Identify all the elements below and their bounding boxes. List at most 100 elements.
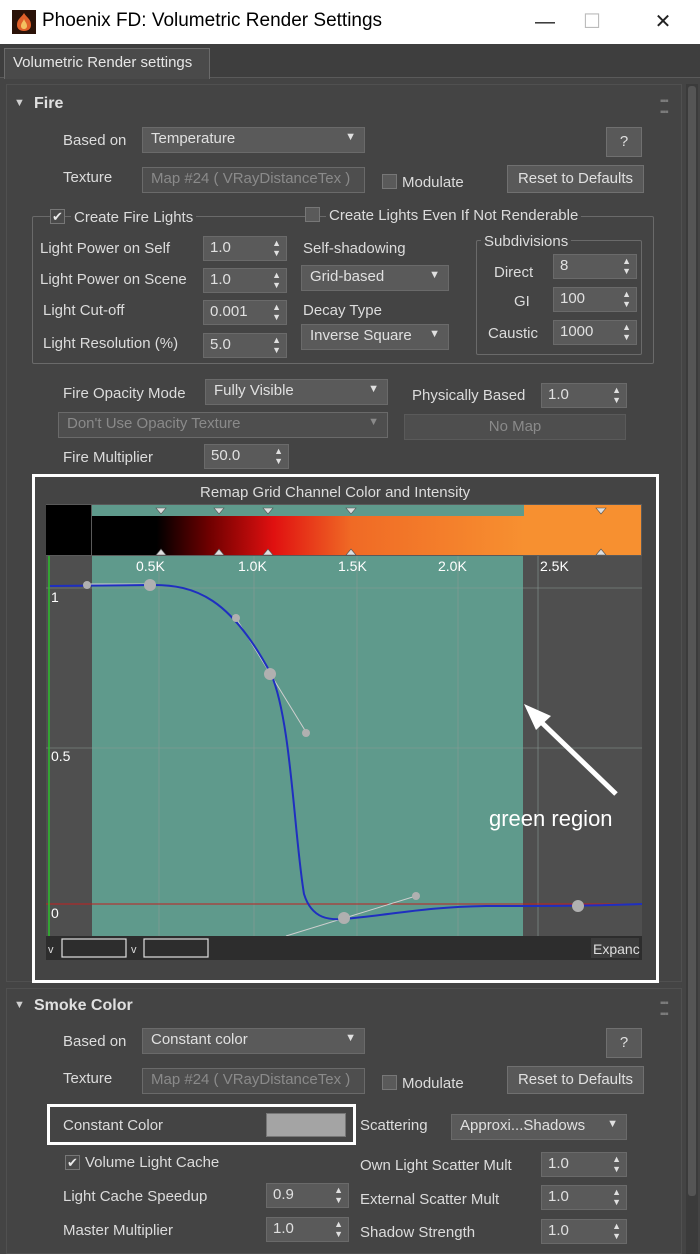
fire-reset-defaults-button[interactable]: Reset to Defaults	[507, 165, 644, 193]
maximize-button[interactable]: ☐	[569, 0, 615, 44]
spinner-arrows-icon[interactable]: ▲ ▼	[612, 1221, 621, 1241]
shadow-strength-value: 1.0	[548, 1222, 569, 1239]
window-title: Phoenix FD: Volumetric Render Settings	[42, 10, 383, 31]
external-scatter-value: 1.0	[548, 1188, 569, 1205]
light-cache-speedup-value: 0.9	[273, 1186, 294, 1203]
smoke-section-title[interactable]: Smoke Color	[34, 997, 133, 1015]
gradient-end-swatch[interactable]	[524, 505, 641, 555]
light-resolution-value: 5.0	[210, 336, 231, 353]
caustic-spinner[interactable]: 1000 ▲ ▼	[553, 320, 637, 345]
fire-texture-button[interactable]: Map #24 ( VRayDistanceTex )	[142, 167, 365, 193]
spinner-arrows-icon[interactable]: ▲ ▼	[622, 289, 631, 309]
master-multiplier-value: 1.0	[273, 1220, 294, 1237]
fire-multiplier-value: 50.0	[211, 447, 241, 464]
light-resolution-label: Light Resolution (%)	[43, 335, 179, 352]
collapse-triangle-icon[interactable]: ▼	[14, 97, 25, 109]
fire-multiplier-spinner[interactable]: 50.0 ▲ ▼	[204, 444, 289, 469]
chevron-down-icon[interactable]: v	[131, 944, 137, 956]
gi-value: 100	[560, 290, 586, 307]
spinner-arrows-icon[interactable]: ▲ ▼	[612, 385, 621, 405]
expand-button-label: Expanc	[593, 941, 640, 957]
minimize-button[interactable]: —	[522, 0, 568, 44]
no-map-button[interactable]: No Map	[404, 414, 626, 440]
grip-icon[interactable]: ▪▪▪ ▪▪▪	[660, 998, 669, 1020]
x-tick-label: 2.5K	[540, 558, 569, 574]
decay-type-dropdown[interactable]: Inverse Square ▼	[301, 324, 449, 350]
spinner-arrows-icon[interactable]: ▲ ▼	[272, 270, 281, 290]
smoke-texture-button[interactable]: Map #24 ( VRayDistanceTex )	[142, 1068, 365, 1094]
light-cache-speedup-spinner[interactable]: 0.9 ▲ ▼	[266, 1183, 349, 1208]
opacity-texture-dropdown[interactable]: Don't Use Opacity Texture ▼	[58, 412, 388, 438]
fire-based-on-dropdown[interactable]: Temperature ▼	[142, 127, 365, 153]
constant-color-swatch[interactable]	[266, 1113, 346, 1137]
fire-section-title[interactable]: Fire	[34, 95, 63, 113]
light-power-scene-spinner[interactable]: 1.0 ▲ ▼	[203, 268, 287, 293]
light-resolution-spinner[interactable]: 5.0 ▲ ▼	[203, 333, 287, 358]
self-shadowing-dropdown[interactable]: Grid-based ▼	[301, 265, 449, 291]
smoke-texture-label: Texture	[63, 1070, 113, 1087]
smoke-based-on-dropdown[interactable]: Constant color ▼	[142, 1028, 365, 1054]
physically-based-spinner[interactable]: 1.0 ▲ ▼	[541, 383, 627, 408]
fire-modulate-checkbox[interactable]	[382, 174, 397, 189]
volume-light-cache-checkbox[interactable]: ✔	[65, 1155, 80, 1170]
grip-icon[interactable]: ▪▪▪ ▪▪▪	[660, 96, 669, 118]
spinner-arrows-icon[interactable]: ▲ ▼	[272, 302, 281, 322]
shadow-strength-label: Shadow Strength	[360, 1224, 476, 1241]
smoke-help-button[interactable]: ?	[606, 1028, 642, 1058]
spinner-arrows-icon[interactable]: ▲ ▼	[272, 238, 281, 258]
spinner-arrows-icon[interactable]: ▲ ▼	[622, 322, 631, 342]
spinner-arrows-icon[interactable]: ▲ ▼	[622, 256, 631, 276]
collapse-triangle-icon[interactable]: ▼	[14, 999, 25, 1011]
close-button[interactable]: ✕	[640, 0, 686, 44]
light-cache-speedup-label: Light Cache Speedup	[63, 1188, 208, 1205]
green-region-annotation: green region	[489, 806, 613, 831]
spinner-arrows-icon[interactable]: ▲ ▼	[334, 1185, 343, 1205]
light-power-scene-value: 1.0	[210, 271, 231, 288]
x-tick-label: 1.5K	[338, 558, 367, 574]
fire-opacity-mode-value: Fully Visible	[214, 382, 294, 399]
fire-opacity-mode-dropdown[interactable]: Fully Visible ▼	[205, 379, 388, 405]
fire-based-on-value: Temperature	[151, 130, 236, 147]
chevron-down-icon[interactable]: v	[48, 944, 54, 956]
title-bar: Phoenix FD: Volumetric Render Settings —…	[0, 0, 700, 44]
scrollbar-thumb[interactable]	[688, 86, 696, 1196]
spinner-arrows-icon[interactable]: ▲ ▼	[612, 1154, 621, 1174]
opacity-texture-value: Don't Use Opacity Texture	[67, 415, 241, 432]
gi-spinner[interactable]: 100 ▲ ▼	[553, 287, 637, 312]
y-tick-label: 0	[51, 905, 59, 921]
direct-value: 8	[560, 257, 569, 274]
spinner-arrows-icon[interactable]: ▲ ▼	[274, 446, 283, 466]
own-light-scatter-spinner[interactable]: 1.0 ▲ ▼	[541, 1152, 627, 1177]
gradient-top-strip	[92, 505, 524, 516]
curve-editor-canvas[interactable]: 0.5K 1.0K 1.5K 2.0K 2.5K 1 0.5 0 v v Expanc	[46, 504, 642, 960]
chevron-down-icon: ▼	[607, 1118, 618, 1130]
y-tick-label: 0.5	[51, 748, 71, 764]
curve-editor-title: Remap Grid Channel Color and Intensity	[200, 484, 471, 501]
caustic-value: 1000	[560, 323, 594, 340]
spinner-arrows-icon[interactable]: ▲ ▼	[612, 1187, 621, 1207]
smoke-modulate-label: Modulate	[402, 1075, 464, 1092]
direct-spinner[interactable]: 8 ▲ ▼	[553, 254, 637, 279]
external-scatter-spinner[interactable]: 1.0 ▲ ▼	[541, 1185, 627, 1210]
smoke-reset-defaults-button[interactable]: Reset to Defaults	[507, 1066, 644, 1094]
light-cutoff-spinner[interactable]: 0.001 ▲ ▼	[203, 300, 287, 325]
x-tick-label: 1.0K	[238, 558, 267, 574]
tab-volumetric-render-settings[interactable]: Volumetric Render settings	[4, 48, 210, 79]
shadow-strength-spinner[interactable]: 1.0 ▲ ▼	[541, 1219, 627, 1244]
color-gradient-bar[interactable]	[92, 516, 524, 555]
fire-help-button[interactable]: ?	[606, 127, 642, 157]
spinner-arrows-icon[interactable]: ▲ ▼	[334, 1219, 343, 1239]
smoke-modulate-checkbox[interactable]	[382, 1075, 397, 1090]
create-lights-not-renderable-checkbox[interactable]	[305, 207, 320, 222]
master-multiplier-spinner[interactable]: 1.0 ▲ ▼	[266, 1217, 349, 1242]
caustic-label: Caustic	[488, 325, 539, 342]
scattering-dropdown[interactable]: Approxi...Shadows ▼	[451, 1114, 627, 1140]
create-lights-not-renderable-label: Create Lights Even If Not Renderable	[326, 207, 582, 224]
light-power-self-spinner[interactable]: 1.0 ▲ ▼	[203, 236, 287, 261]
light-power-self-label: Light Power on Self	[40, 240, 171, 257]
chevron-down-icon: ▼	[429, 328, 440, 340]
create-fire-lights-checkbox[interactable]: ✔	[50, 209, 65, 224]
gradient-start-swatch[interactable]	[46, 505, 91, 555]
light-power-self-value: 1.0	[210, 239, 231, 256]
spinner-arrows-icon[interactable]: ▲ ▼	[272, 335, 281, 355]
